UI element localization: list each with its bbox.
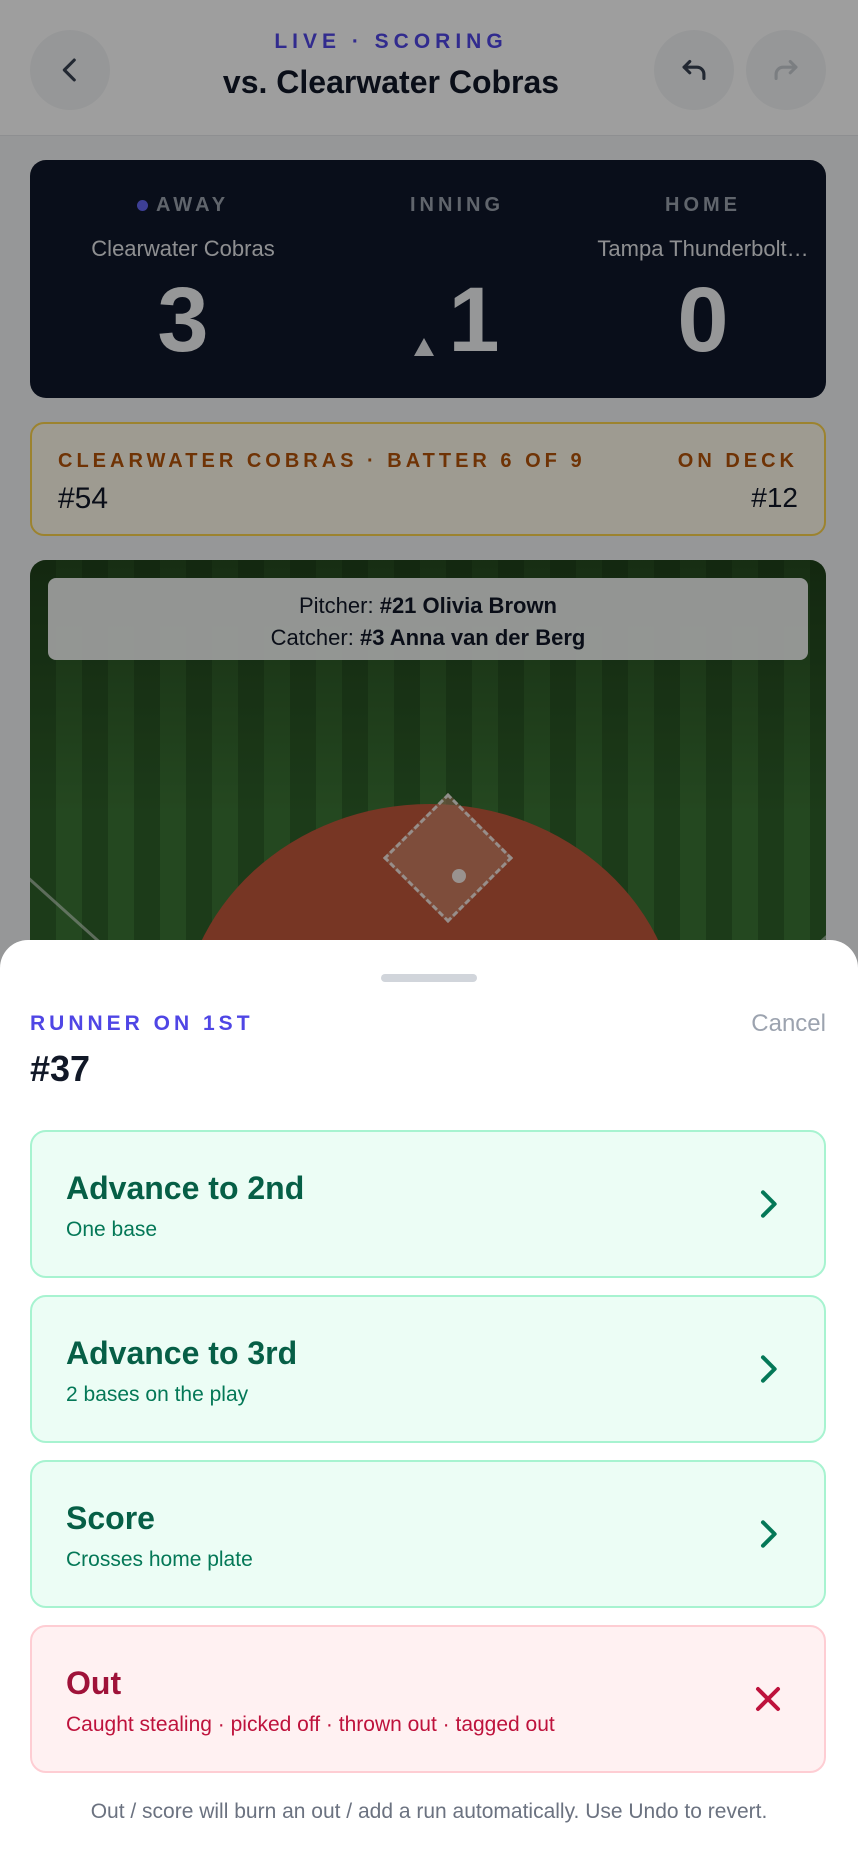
runner-action-sheet: RUNNER ON 1ST #37 Cancel Advance to 2nd …: [0, 940, 858, 1862]
advance-to-2nd-button[interactable]: Advance to 2nd One base: [30, 1130, 826, 1278]
option-title: Out: [66, 1665, 122, 1701]
option-subtitle: One base: [66, 1218, 158, 1241]
option-title: Score: [66, 1500, 155, 1536]
out-button[interactable]: Out Caught stealing · picked off · throw…: [30, 1625, 826, 1773]
close-icon: [756, 1687, 780, 1711]
sheet-footnote: Out / score will burn an out / add a run…: [90, 1800, 768, 1823]
option-subtitle: Caught stealing · picked off · thrown ou…: [66, 1713, 555, 1736]
sheet-kicker: RUNNER ON 1ST: [30, 1012, 254, 1035]
option-subtitle: 2 bases on the play: [66, 1383, 249, 1406]
advance-to-3rd-button[interactable]: Advance to 3rd 2 bases on the play: [30, 1295, 826, 1443]
score-button[interactable]: Score Crosses home plate: [30, 1460, 826, 1608]
chevron-right-icon: [761, 1355, 777, 1383]
option-title: Advance to 2nd: [66, 1170, 305, 1206]
option-title: Advance to 3rd: [66, 1335, 298, 1371]
runner-number: #37: [30, 1048, 91, 1089]
cancel-button[interactable]: Cancel: [751, 1010, 826, 1038]
chevron-right-icon: [761, 1520, 777, 1548]
option-subtitle: Crosses home plate: [66, 1548, 253, 1571]
chevron-right-icon: [761, 1190, 777, 1218]
sheet-drag-handle[interactable]: [381, 974, 477, 982]
